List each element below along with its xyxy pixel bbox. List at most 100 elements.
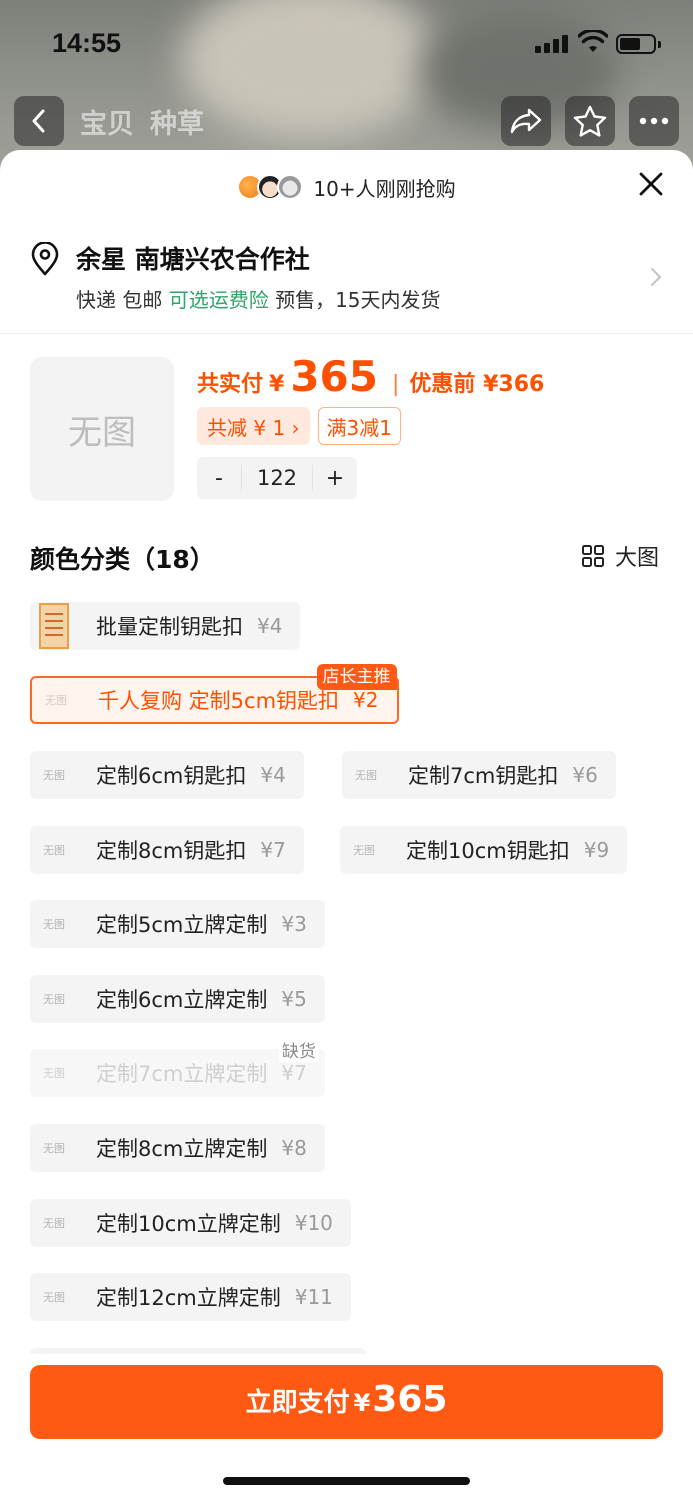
option-name: 定制5cm立牌定制 [96, 913, 268, 937]
discount-rule-tag: 满3减1 [317, 407, 401, 445]
cellular-signal-icon [535, 35, 569, 53]
discounts: 共减 ¥ 1 › 满3减1 [197, 407, 401, 445]
home-indicator[interactable] [223, 1477, 470, 1485]
option-name: 批量定制钥匙扣 [96, 615, 243, 639]
option-item[interactable]: 无图 定制5cm立牌定制 ¥3 [30, 900, 325, 948]
option-name: 定制8cm立牌定制 [96, 1137, 268, 1161]
buyers-text: 10+人刚刚抢购 [313, 176, 456, 201]
option-name: 定制7cm钥匙扣 [408, 764, 559, 788]
option-name: 定制8cm钥匙扣 [96, 839, 247, 863]
big-view-button[interactable]: 大图 [581, 540, 659, 572]
option-item[interactable]: 无图 定制6cm钥匙扣 ¥4 [30, 751, 304, 799]
avatar [277, 174, 304, 200]
option-thumbnail: 无图 [355, 769, 377, 782]
option-thumbnail: 无图 [43, 1291, 65, 1304]
option-thumbnail: 无图 [43, 918, 65, 931]
option-item-soldout[interactable]: 无图 定制7cm立牌定制 ¥7 缺货 [30, 1037, 325, 1097]
pay-now-button[interactable]: 立即支付 ¥ 365 [30, 1365, 663, 1439]
recommended-badge: 店长主推 [316, 664, 397, 690]
out-of-stock-badge: 缺货 [278, 1037, 319, 1062]
more-button[interactable] [629, 96, 679, 146]
address-name: 余星 南塘兴农合作社 [76, 245, 310, 274]
section-title: 颜色分类（18） [30, 545, 215, 574]
pay-label: 共实付 [197, 372, 264, 397]
option-item[interactable]: 无图 定制10cm立牌定制 ¥10 [30, 1199, 351, 1247]
option-price: ¥8 [281, 1136, 307, 1160]
pay-now-currency: ¥ [353, 1389, 371, 1417]
top-nav: 宝贝 种草 [0, 96, 693, 152]
option-price: ¥3 [281, 912, 307, 936]
option-price: ¥4 [257, 614, 283, 638]
option-item[interactable]: 批量定制钥匙扣 ¥4 [30, 602, 301, 650]
price-line: 共实付 ¥ 365 | 优惠前 ¥366 [197, 352, 544, 408]
shipping-presale: 预售，15天内发货 [268, 288, 441, 312]
product-thumbnail[interactable]: 无图 [30, 357, 174, 501]
chevron-left-icon [32, 109, 45, 133]
option-price: ¥11 [294, 1285, 333, 1309]
buyer-avatars [237, 174, 304, 200]
option-price: ¥10 [294, 1211, 333, 1235]
original-price: 优惠前 ¥366 [409, 372, 545, 397]
option-item-partial [30, 1348, 366, 1354]
star-icon [573, 105, 607, 137]
big-view-label: 大图 [614, 546, 659, 571]
favorite-button[interactable] [565, 96, 615, 146]
option-thumbnail: 无图 [353, 844, 375, 857]
quantity-input[interactable]: 122 [241, 465, 313, 491]
option-price: ¥7 [281, 1061, 307, 1085]
shipping-method: 快递 包邮 [76, 288, 169, 312]
grid-icon [581, 545, 604, 567]
divider [0, 333, 693, 334]
option-price: ¥4 [260, 763, 286, 787]
tab-grass[interactable]: 种草 [150, 102, 204, 141]
battery-icon [616, 34, 661, 54]
wifi-icon [578, 30, 608, 52]
option-thumbnail: 无图 [43, 1067, 65, 1080]
decrease-button[interactable]: - [197, 466, 241, 491]
option-item[interactable]: 无图 定制7cm钥匙扣 ¥6 [342, 751, 616, 799]
option-thumbnail: 无图 [45, 694, 67, 707]
option-thumbnail: 无图 [43, 993, 65, 1006]
option-item[interactable]: 无图 定制6cm立牌定制 ¥5 [30, 975, 325, 1023]
option-item[interactable]: 无图 定制8cm立牌定制 ¥8 [30, 1124, 325, 1172]
increase-button[interactable]: + [313, 466, 357, 491]
option-name: 定制10cm钥匙扣 [406, 839, 570, 863]
option-item-selected[interactable]: 无图 千人复购 定制5cm钥匙扣 ¥2 店长主推 [30, 664, 399, 724]
option-name: 定制10cm立牌定制 [96, 1212, 281, 1236]
option-item[interactable]: 无图 定制10cm钥匙扣 ¥9 [340, 826, 628, 874]
option-name: 定制12cm立牌定制 [96, 1286, 281, 1310]
pay-now-label: 立即支付 [245, 1388, 350, 1418]
price-separator: | [392, 372, 400, 397]
sku-sheet: 10+人刚刚抢购 余星 南塘兴农合作社 快递 包邮 可选运费险 预售，15天内发… [0, 150, 693, 1500]
option-thumbnail [30, 602, 78, 650]
option-item[interactable]: 无图 定制12cm立牌定制 ¥11 [30, 1273, 351, 1321]
back-button[interactable] [14, 96, 64, 146]
option-name: 定制7cm立牌定制 [96, 1062, 268, 1086]
option-price: ¥9 [583, 838, 610, 862]
option-thumbnail: 无图 [43, 1217, 65, 1230]
location-pin-icon [31, 242, 59, 276]
option-price: ¥6 [572, 763, 598, 787]
tab-product[interactable]: 宝贝 [80, 102, 134, 141]
chevron-right-icon [651, 268, 661, 286]
address-row[interactable]: 余星 南塘兴农合作社 快递 包邮 可选运费险 预售，15天内发货 [30, 238, 663, 318]
status-bar: 14:55 [0, 0, 693, 90]
share-button[interactable] [501, 96, 551, 146]
option-thumbnail: 无图 [43, 844, 65, 857]
pay-amount: 365 [290, 352, 378, 401]
pay-now-amount: 365 [372, 1379, 448, 1420]
option-price: ¥7 [260, 838, 286, 862]
recent-buyers: 10+人刚刚抢购 [0, 170, 693, 204]
option-price: ¥2 [353, 688, 379, 712]
status-time: 14:55 [52, 28, 122, 58]
more-dots-icon [639, 117, 669, 125]
option-item[interactable]: 无图 定制8cm钥匙扣 ¥7 [30, 826, 304, 874]
quantity-stepper: - 122 + [197, 457, 357, 499]
option-name: 千人复购 定制5cm钥匙扣 [98, 689, 340, 713]
close-icon[interactable] [637, 170, 665, 198]
option-thumbnail: 无图 [43, 769, 65, 782]
document-thumbnail-icon [39, 603, 69, 649]
option-price: ¥5 [281, 987, 307, 1011]
shipping-insurance-link[interactable]: 可选运费险 [169, 288, 269, 312]
discount-total-button[interactable]: 共减 ¥ 1 › [197, 407, 310, 445]
